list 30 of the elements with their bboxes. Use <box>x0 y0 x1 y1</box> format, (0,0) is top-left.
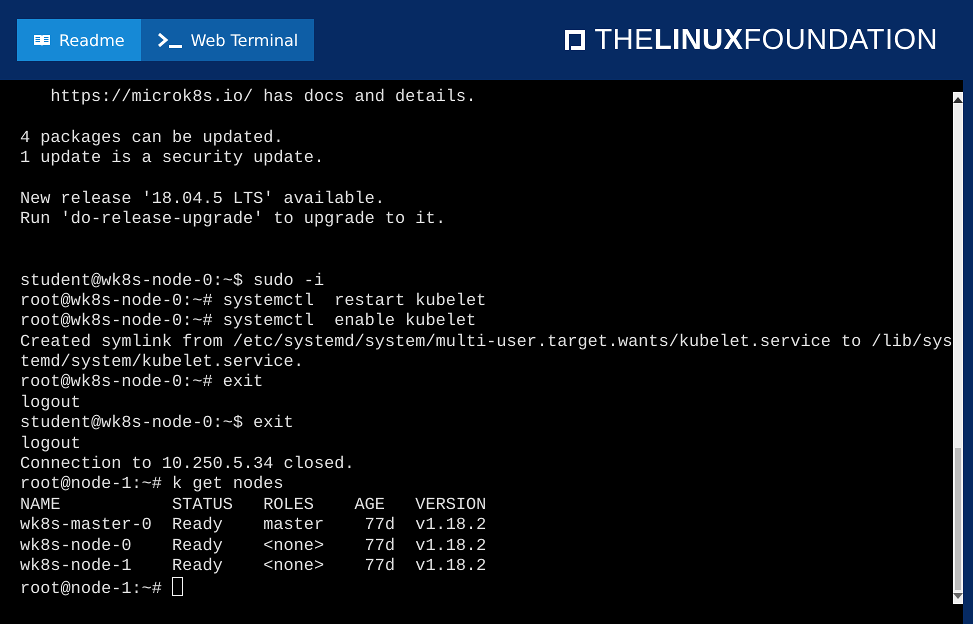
terminal-line: Connection to 10.250.5.34 closed. <box>20 455 356 476</box>
terminal-line: wk8s-node-0 Ready <none> 77d v1.18.2 <box>20 536 488 557</box>
book-icon <box>33 34 51 46</box>
tab[interactable]: Readme <box>17 19 141 61</box>
terminal-line: 1 update is a security update. <box>20 149 326 170</box>
terminal-line: NAME STATUS ROLES AGE VERSION <box>20 496 488 516</box>
terminal-line: student@wk8s-node-0:~$ sudo -i <box>20 272 326 292</box>
terminal-line: temd/system/kubelet.service. <box>20 353 305 374</box>
terminal-line: root@wk8s-node-0:~# systemctl restart kubelet <box>20 292 488 312</box>
terminal-line: Run 'do-release-upgrade' to upgrade to it. <box>20 210 447 231</box>
terminal-line: wk8s-master-0 Ready master 77d v1.18.2 <box>20 516 488 537</box>
terminal-line: root@wk8s-node-0:~# systemctl enable kubelet <box>20 312 478 333</box>
terminal-icon <box>156 32 183 48</box>
terminal-line: wk8s-node-1 Ready <none> 77d v1.18.2 <box>20 557 488 578</box>
terminal-line: root@wk8s-node-0:~# exit <box>20 373 264 394</box>
scrollbar[interactable] <box>952 92 963 604</box>
terminal-line: student@wk8s-node-0:~$ exit <box>20 414 295 435</box>
text-cursor <box>172 577 184 596</box>
terminal-line: New release '18.04.5 LTS' available. <box>20 190 386 210</box>
terminal-line: logout <box>20 394 82 414</box>
terminal-prompt: root@node-1:~# <box>20 580 163 600</box>
terminal-line: Created symlink from /etc/systemd/system/multi-user.target.wants/kubelet.service to /lib/sys <box>20 332 953 354</box>
scroll-down-icon[interactable] <box>952 593 963 599</box>
logo-text: THELINUXFOUNDATION <box>594 24 938 56</box>
scrollbar-thumb[interactable] <box>954 448 961 590</box>
terminal-line: https://microk8s.io/ has docs and details. <box>49 88 478 108</box>
terminal-line: root@node-1:~# k get nodes <box>20 475 285 496</box>
terminal-line: 4 packages can be updated. <box>20 128 285 150</box>
terminal-line: logout <box>20 434 82 456</box>
scroll-up-icon[interactable] <box>952 97 963 103</box>
